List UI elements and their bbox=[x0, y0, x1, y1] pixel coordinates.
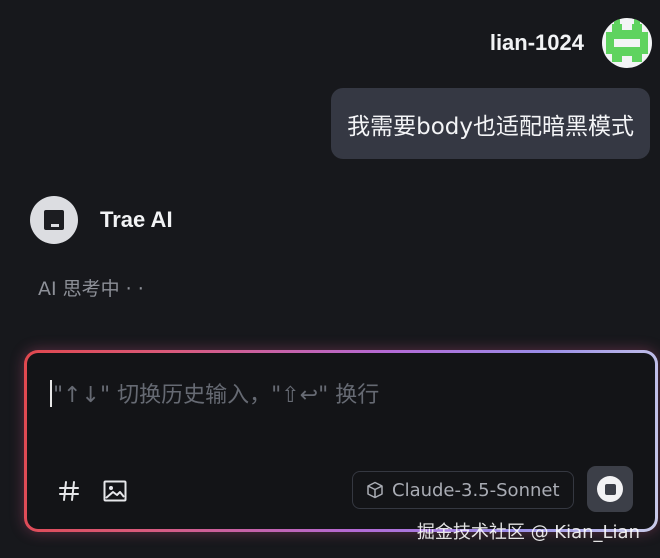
assistant-avatar bbox=[30, 196, 78, 244]
user-message-text: 我需要body也适配暗黑模式 bbox=[347, 113, 634, 140]
user-name: lian-1024 bbox=[489, 30, 584, 55]
cube-icon bbox=[367, 481, 383, 499]
assistant-header: Trae AI bbox=[30, 196, 173, 244]
assistant-name: Trae AI bbox=[100, 207, 173, 232]
thinking-status: AI 思考中 · · bbox=[38, 278, 144, 300]
watermark: 掘金技术社区 @ Kian_Lian bbox=[416, 522, 640, 543]
image-upload-button[interactable] bbox=[101, 477, 129, 505]
chat-input-area[interactable]: "↑↓" 切换历史输入，"⇧↩" 换行 Claude-3.5-Sonnet bbox=[27, 353, 655, 529]
model-selector-button[interactable]: Claude-3.5-Sonnet bbox=[352, 471, 574, 509]
hash-icon-glyph bbox=[59, 481, 79, 501]
user-avatar bbox=[602, 18, 652, 68]
stop-generation-button[interactable] bbox=[587, 466, 633, 512]
image-icon bbox=[103, 480, 127, 502]
chat-panel: lian-1024 我需要body也适配暗黑模式 Trae AI AI 思考中 … bbox=[0, 0, 660, 558]
text-caret bbox=[50, 380, 52, 407]
chat-input-box: "↑↓" 切换历史输入，"⇧↩" 换行 Claude-3.5-Sonnet bbox=[24, 350, 658, 532]
user-message-bubble: 我需要body也适配暗黑模式 bbox=[331, 88, 650, 159]
stop-icon bbox=[597, 476, 623, 502]
model-label: Claude-3.5-Sonnet bbox=[392, 479, 560, 501]
user-message-header: lian-1024 bbox=[490, 18, 652, 68]
hash-icon[interactable] bbox=[55, 477, 83, 505]
chat-input-placeholder[interactable]: "↑↓" 切换历史输入，"⇧↩" 换行 bbox=[53, 377, 379, 409]
trae-logo-icon bbox=[44, 210, 64, 230]
